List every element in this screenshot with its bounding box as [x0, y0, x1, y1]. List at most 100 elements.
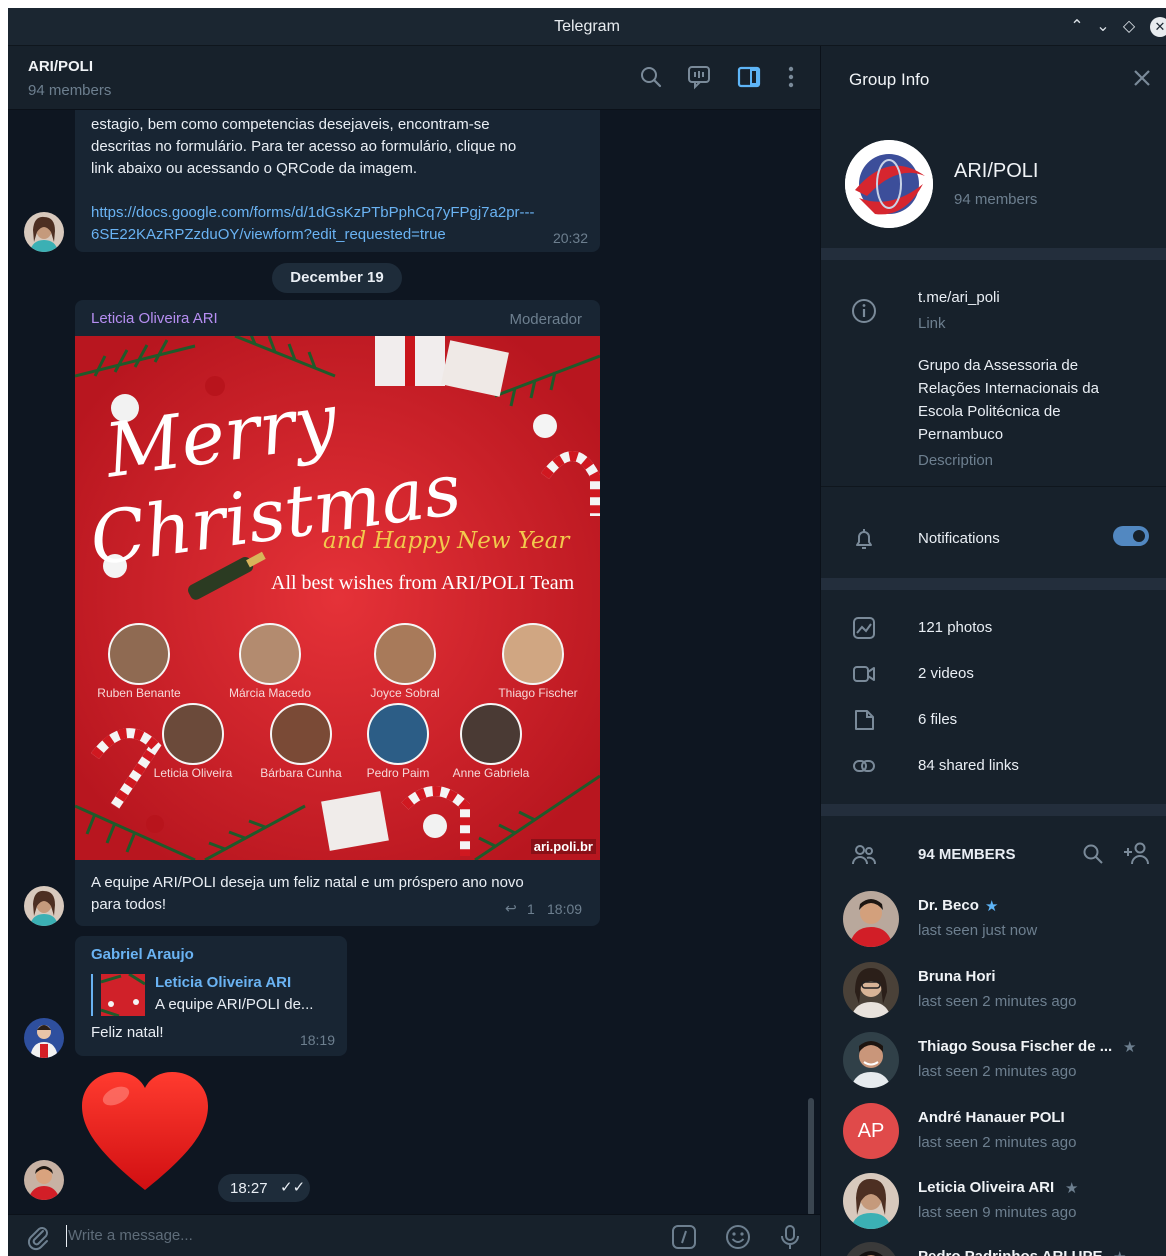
reply-arrow-icon[interactable]: ↩: [505, 900, 517, 917]
member-status: last seen 9 minutes ago: [918, 1204, 1077, 1221]
member-avatar: [843, 891, 899, 947]
message-time: 18:27: [230, 1180, 268, 1197]
member-avatar: [843, 1032, 899, 1088]
card-person-label: Anne Gabriela: [452, 766, 530, 780]
card-person-label: Leticia Oliveira: [153, 766, 233, 780]
form-link[interactable]: https://docs.google.com/forms/d/1dGsKzPT…: [91, 202, 535, 224]
microphone-icon[interactable]: [776, 1223, 804, 1251]
panel-title: Group Info: [849, 70, 930, 89]
section-divider: [821, 578, 1166, 590]
description-line: Escola Politécnica de: [918, 403, 1061, 420]
member-search-icon[interactable]: [1081, 842, 1105, 866]
member-name: André Hanauer POLI: [918, 1109, 1065, 1126]
member-row[interactable]: Leticia Oliveira ARI ★ last seen 9 minut…: [821, 1173, 1166, 1243]
read-checkmarks-icon: ✓✓: [280, 1179, 306, 1196]
section-divider: [821, 804, 1166, 816]
star-icon: ★: [1123, 1039, 1137, 1056]
member-name: Pedro Padrinhos ARI UPE: [918, 1248, 1102, 1256]
add-member-icon[interactable]: [1123, 840, 1151, 866]
message-text-line: estagio, bem como competencias desejavei…: [91, 116, 490, 133]
member-row[interactable]: Dr. Beco ★ last seen just now: [821, 891, 1166, 961]
avatar[interactable]: [24, 1160, 64, 1200]
sticker-time-badge: 18:27 ✓✓: [218, 1174, 310, 1202]
message-input[interactable]: Write a message...: [68, 1227, 193, 1244]
avatar[interactable]: [24, 212, 64, 252]
info-icon: [851, 298, 877, 324]
video-chat-icon[interactable]: [686, 64, 712, 90]
star-icon: ★: [1065, 1180, 1079, 1197]
chat-area: ARI/POLI 94 members estagio, bem como co…: [8, 46, 820, 1256]
card-person-label: Márcia Macedo: [228, 686, 312, 700]
close-icon[interactable]: [1130, 66, 1154, 90]
shared-files[interactable]: 6 files: [918, 711, 957, 728]
message-text-line: link abaixo ou acessando o QRCode da ima…: [91, 160, 418, 177]
window-title: Telegram: [554, 18, 620, 35]
form-link-cont[interactable]: 6SE22KAzRPZzduOY/viewform?edit_requested…: [91, 224, 446, 246]
message-time: 18:19: [299, 1032, 335, 1048]
reply-sender[interactable]: Leticia Oliveira ARI: [155, 972, 291, 994]
video-icon: [851, 661, 877, 687]
notifications-toggle[interactable]: [1113, 526, 1149, 546]
avatar[interactable]: [24, 886, 64, 926]
admin-star-icon: ★: [985, 898, 999, 915]
description-line: Relações Internacionais da: [918, 380, 1099, 397]
member-avatar: [843, 1242, 899, 1256]
reply-bar: [91, 974, 93, 1016]
keep-above-icon[interactable]: ⌃: [1066, 16, 1088, 36]
search-icon[interactable]: [638, 64, 664, 90]
chat-title[interactable]: ARI/POLI: [28, 58, 93, 75]
member-status: last seen 2 minutes ago: [918, 1063, 1077, 1080]
chat-member-count: 94 members: [28, 82, 112, 99]
message-text: Feliz natal!: [91, 1024, 164, 1041]
chat-header[interactable]: ARI/POLI 94 members: [8, 46, 820, 110]
member-avatar: [843, 962, 899, 1018]
member-name: Thiago Sousa Fischer de ...: [918, 1038, 1113, 1055]
chat-scrollbar[interactable]: [808, 1098, 814, 1216]
description-line: Grupo da Assessoria de: [918, 357, 1079, 374]
sidebar-toggle-icon[interactable]: [736, 64, 762, 90]
card-wishes: All best wishes from ARI/POLI Team: [271, 572, 575, 594]
minimize-icon[interactable]: ⌄: [1092, 16, 1114, 36]
reply-snippet[interactable]: A equipe ARI/POLI de...: [155, 994, 313, 1016]
member-row[interactable]: Bruna Hori last seen 2 minutes ago: [821, 962, 1166, 1032]
card-person-label: Joyce Sobral: [370, 686, 440, 700]
avatar[interactable]: [24, 1018, 64, 1058]
card-person-label: Pedro Paim: [366, 766, 430, 780]
section-divider: [821, 248, 1166, 260]
member-row[interactable]: Thiago Sousa Fischer de ... ★ last seen …: [821, 1032, 1166, 1102]
card-person-label: Bárbara Cunha: [260, 766, 342, 780]
member-avatar: [843, 1173, 899, 1229]
christmas-card-image[interactable]: Merry Christmas and Happy New Year All b…: [75, 336, 600, 860]
message-bubble[interactable]: Gabriel Araujo Leticia Oliveira ARI A eq…: [75, 936, 347, 1056]
emoji-icon[interactable]: [724, 1223, 752, 1251]
shared-links[interactable]: 84 shared links: [918, 757, 1019, 774]
invite-link-label: Link: [918, 315, 946, 332]
telegram-window: Telegram ⌃ ⌄ ◇ ✕ ARI/POLI 94 members est…: [8, 8, 1166, 1256]
attach-icon[interactable]: [24, 1223, 52, 1251]
sender-name[interactable]: Gabriel Araujo: [91, 944, 194, 966]
heart-sticker[interactable]: [80, 1070, 210, 1194]
file-icon: [851, 707, 877, 733]
group-avatar[interactable]: [845, 140, 933, 228]
date-separator: December 19: [272, 263, 402, 293]
shared-videos[interactable]: 2 videos: [918, 665, 974, 682]
reply-count[interactable]: 1: [527, 901, 535, 917]
member-row[interactable]: Pedro Padrinhos ARI UPE ★: [821, 1242, 1166, 1256]
maximize-icon[interactable]: ◇: [1118, 16, 1140, 36]
card-script-newyear: and Happy New Year: [323, 528, 570, 554]
card-site: ari.poli.br: [530, 839, 596, 854]
description-label: Description: [918, 452, 994, 469]
member-status: last seen 2 minutes ago: [918, 993, 1077, 1010]
member-name: Dr. Beco: [918, 897, 979, 914]
invite-link[interactable]: t.me/ari_poli: [918, 289, 1000, 306]
shared-photos[interactable]: 121 photos: [918, 619, 992, 636]
window-close-icon[interactable]: ✕: [1150, 17, 1166, 37]
window-titlebar: Telegram ⌃ ⌄ ◇ ✕: [8, 8, 1166, 46]
bot-commands-icon[interactable]: [670, 1223, 698, 1251]
more-menu-icon[interactable]: [778, 64, 804, 90]
member-status: last seen 2 minutes ago: [918, 1134, 1077, 1151]
reply-thumbnail[interactable]: [101, 974, 145, 1016]
member-row[interactable]: AP André Hanauer POLI last seen 2 minute…: [821, 1103, 1166, 1173]
row-divider: [821, 486, 1166, 487]
sender-name[interactable]: Leticia Oliveira ARI: [91, 308, 218, 330]
